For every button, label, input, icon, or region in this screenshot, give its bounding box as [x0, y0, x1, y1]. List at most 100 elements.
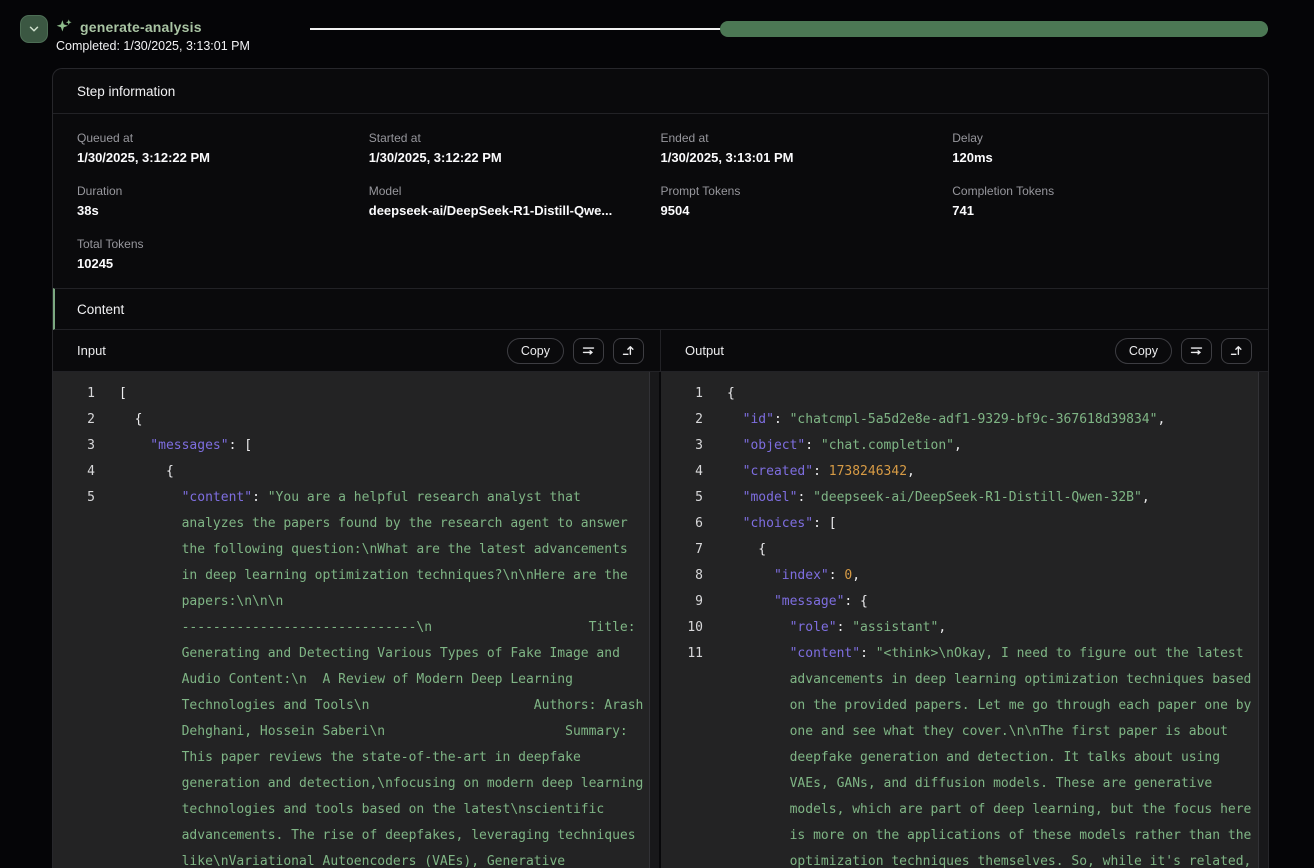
info-field: Delay 120ms: [952, 131, 1244, 165]
line-number: 9: [661, 589, 703, 615]
info-field-value: 1/30/2025, 3:13:01 PM: [661, 150, 953, 165]
step-completed-timestamp: Completed: 1/30/2025, 3:13:01 PM: [56, 39, 250, 53]
code-line: 1[: [53, 381, 659, 407]
code-line: 9 "message": {: [661, 589, 1268, 615]
timeline-duration-bar[interactable]: [720, 21, 1268, 37]
code-line: 4{: [53, 459, 659, 485]
info-field: Duration 38s: [77, 184, 369, 218]
input-title: Input: [77, 343, 507, 358]
info-field: Started at 1/30/2025, 3:12:22 PM: [369, 131, 661, 165]
code-line: 4 "created": 1738246342,: [661, 459, 1268, 485]
info-field-label: Completion Tokens: [952, 184, 1244, 198]
wrap-text-icon: [581, 343, 596, 358]
info-field: Total Tokens 10245: [77, 237, 369, 271]
code-line: 2 "id": "chatcmpl-5a5d2e8e-adf1-9329-bf9c…: [661, 407, 1268, 433]
code-content: [: [119, 381, 646, 407]
info-field-value: 38s: [77, 203, 369, 218]
code-line: 3 "messages": [: [53, 433, 659, 459]
line-number: 11: [661, 641, 703, 667]
code-content: {: [727, 381, 1254, 407]
code-content: "created": 1738246342,: [727, 459, 1254, 485]
step-name: generate-analysis: [80, 19, 202, 35]
code-line: 5 "model": "deepseek-ai/DeepSeek-R1-Disti…: [661, 485, 1268, 511]
code-line: 5 "content": "You are a helpful research …: [53, 485, 659, 868]
info-field: Modeldeepseek-ai/DeepSeek-R1-Distill-Qwe…: [369, 184, 661, 218]
code-content: "id": "chatcmpl-5a5d2e8e-adf1-9329-bf9c-…: [727, 407, 1254, 433]
input-code-scroll[interactable]: 1[2{3"messages": [4{5"content": "You are…: [53, 372, 659, 868]
code-content: {: [119, 459, 646, 485]
output-code-scroll[interactable]: 1{2 "id": "chatcmpl-5a5d2e8e-adf1-9329-bf…: [661, 372, 1268, 868]
code-content: "index": 0,: [727, 563, 1254, 589]
info-field-label: Ended at: [661, 131, 953, 145]
line-number: 2: [661, 407, 703, 433]
info-field-value: 741: [952, 203, 1244, 218]
info-field-value: deepseek-ai/DeepSeek-R1-Distill-Qwe...: [369, 203, 661, 218]
io-headers-row: Input Copy Output Copy: [53, 330, 1268, 372]
line-number: 4: [661, 459, 703, 485]
line-number: 3: [53, 433, 95, 459]
line-number: 4: [53, 459, 95, 485]
info-field-label: Total Tokens: [77, 237, 369, 251]
step-information-title: Step information: [77, 84, 175, 99]
line-number: 2: [53, 407, 95, 433]
code-content: {: [727, 537, 1254, 563]
input-scroll-top-button[interactable]: [613, 338, 644, 364]
output-copy-button[interactable]: Copy: [1115, 338, 1172, 364]
code-content: "choices": [: [727, 511, 1254, 537]
scroll-to-top-icon: [1229, 343, 1244, 358]
output-title: Output: [685, 343, 1115, 358]
line-number: 5: [661, 485, 703, 511]
code-line: 10"role": "assistant",: [661, 615, 1268, 641]
info-field-value: 1/30/2025, 3:12:22 PM: [369, 150, 661, 165]
content-title: Content: [77, 302, 124, 317]
step-info-grid: Queued at1/30/2025, 3:12:22 PMStarted at…: [53, 114, 1268, 288]
code-content: "message": {: [727, 589, 1254, 615]
step-header: generate-analysis Completed: 1/30/2025, …: [0, 0, 1314, 60]
code-line: 7{: [661, 537, 1268, 563]
input-code-panel: 1[2{3"messages": [4{5"content": "You are…: [53, 372, 661, 868]
output-wrap-text-button[interactable]: [1181, 338, 1212, 364]
input-copy-button[interactable]: Copy: [507, 338, 564, 364]
output-panel-header: Output Copy: [661, 330, 1268, 371]
info-field-label: Prompt Tokens: [661, 184, 953, 198]
info-field-label: Duration: [77, 184, 369, 198]
line-number: 7: [661, 537, 703, 563]
output-scroll-top-button[interactable]: [1221, 338, 1252, 364]
code-content: "model": "deepseek-ai/DeepSeek-R1-Distil…: [727, 485, 1254, 511]
line-number: 5: [53, 485, 95, 511]
code-line: 6 "choices": [: [661, 511, 1268, 537]
step-title-block: generate-analysis Completed: 1/30/2025, …: [56, 18, 250, 53]
input-wrap-text-button[interactable]: [573, 338, 604, 364]
line-number: 6: [661, 511, 703, 537]
step-detail-panel: Step information Queued at1/30/2025, 3:1…: [52, 68, 1269, 868]
scroll-to-top-icon: [621, 343, 636, 358]
info-field-value: 1/30/2025, 3:12:22 PM: [77, 150, 369, 165]
info-field: Completion Tokens 741: [952, 184, 1244, 218]
info-field: Queued at 1/30/2025, 3:12:22 PM: [77, 131, 369, 165]
input-scrollbar[interactable]: [649, 372, 659, 868]
code-content: "content": "<think>\nOkay, I need to fig…: [727, 641, 1254, 868]
info-field-value: 10245: [77, 256, 369, 271]
code-line: 1{: [661, 381, 1268, 407]
code-content: "messages": [: [119, 433, 646, 459]
line-number: 8: [661, 563, 703, 589]
info-field: Prompt Tokens 9504: [661, 184, 953, 218]
line-number: 3: [661, 433, 703, 459]
input-panel-header: Input Copy: [53, 330, 661, 371]
info-field-label: Delay: [952, 131, 1244, 145]
code-line: 11 "content": "<think>\nOkay, I need to f…: [661, 641, 1268, 868]
info-field-value: 9504: [661, 203, 953, 218]
line-number: 1: [53, 381, 95, 407]
wrap-text-icon: [1189, 343, 1204, 358]
info-field: Ended at 1/30/2025, 3:13:01 PM: [661, 131, 953, 165]
content-section-header: Content: [53, 288, 1268, 330]
code-line: 8 "index": 0,: [661, 563, 1268, 589]
info-field-value: 120ms: [952, 150, 1244, 165]
code-content: "content": "You are a helpful research a…: [119, 485, 646, 868]
code-line: 3"object": "chat.completion",: [661, 433, 1268, 459]
info-field-label: Started at: [369, 131, 661, 145]
collapse-step-button[interactable]: [20, 15, 48, 43]
output-scrollbar[interactable]: [1258, 372, 1268, 868]
info-field-label: Queued at: [77, 131, 369, 145]
step-information-header: Step information: [53, 69, 1268, 114]
